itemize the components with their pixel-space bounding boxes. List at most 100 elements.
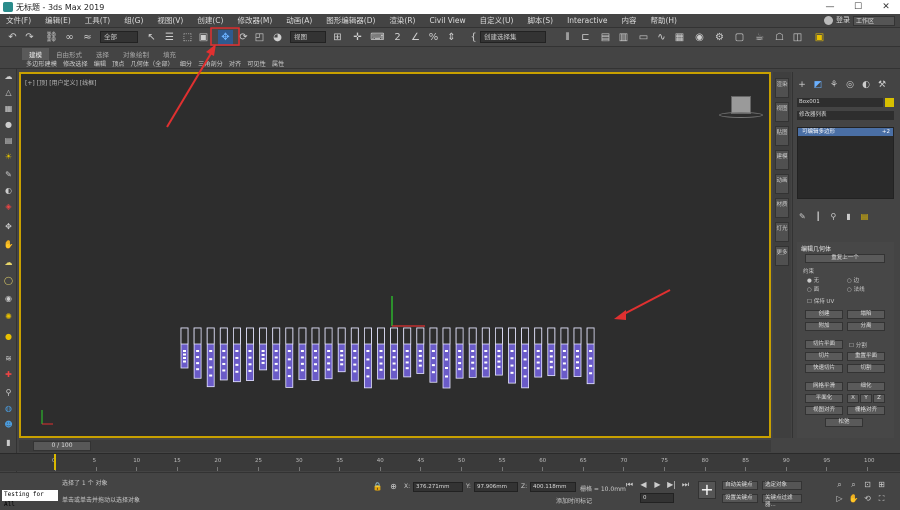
preserve-uv-checkbox[interactable]: ☐ 保持 UV [807,297,834,305]
collapse-button[interactable]: 塌陷 [847,310,885,319]
ribbon-poly-modeling[interactable]: 多边形建模 [26,59,57,68]
unlink-icon[interactable]: ∞ [62,30,77,45]
utilities-icon[interactable]: ⚒ [877,80,887,90]
menu-help[interactable]: 帮助(H) [644,15,685,26]
ribbon-triangulation[interactable]: 三角剖分 [198,59,223,68]
keyboard-shortcut-icon[interactable]: ⌨ [370,30,385,45]
edit-named-selection-icon[interactable]: { [466,30,481,45]
menu-rendering[interactable]: 渲染(R) [383,15,423,26]
maximize-button[interactable]: ☐ [844,0,872,14]
z-coordinate-field[interactable]: 400.118mm [530,482,576,492]
relax-button[interactable]: 松弛 [825,418,863,427]
constraint-normal-radio[interactable]: ○ 法线 [847,285,865,293]
box-icon[interactable]: ▦ [3,103,14,114]
pin-stack-icon[interactable]: ✎ [799,212,806,221]
y-coordinate-field[interactable]: 97.906mm [474,482,518,492]
slice-button[interactable]: 切片 [805,352,843,361]
cloud-icon[interactable]: ☁ [3,71,14,82]
named-selection-dropdown[interactable]: 创建选择集 [480,31,546,43]
add-time-tag[interactable]: 添加时间标记 [556,496,592,505]
sphere-icon[interactable]: ● [3,119,14,130]
attach-button[interactable]: 附加 [805,322,843,331]
window-crossing-icon[interactable]: ▣ [196,30,211,45]
undo-icon[interactable]: ↶ [5,30,20,45]
meshsmooth-button[interactable]: 网格平滑 [805,382,843,391]
menu-create[interactable]: 创建(C) [191,15,231,26]
maximize-viewport-icon[interactable]: ⛶ [876,493,887,504]
x-coordinate-field[interactable]: 376.271mm [413,482,463,492]
ribbon-properties[interactable]: 属性 [272,59,284,68]
cmdtab-view[interactable]: 视图 [775,102,789,122]
show-end-result-icon[interactable]: ┃ [816,212,821,221]
rectangular-selection-icon[interactable]: ⬚ [180,30,195,45]
cloud2-icon[interactable]: ☁ [3,257,14,268]
render-setup-icon[interactable]: ⚙ [712,30,727,45]
material-editor-icon[interactable]: ◉ [692,30,707,45]
move-icon[interactable]: ✥ [3,221,14,232]
bulb-icon[interactable]: ✺ [3,311,14,322]
menu-group[interactable]: 组(G) [118,15,151,26]
key-filters-button[interactable]: 关键点过滤器... [762,494,802,508]
cmdtab-lights[interactable]: 灯光 [775,222,789,242]
select-by-name-icon[interactable]: ☰ [162,30,177,45]
modifier-list-dropdown[interactable]: 修改器列表 [797,111,894,120]
ear-icon[interactable]: ◐ [3,185,14,196]
render-icon[interactable]: ☕ [752,30,767,45]
set-key-button[interactable]: 设置关键点 [722,494,758,503]
coin-icon[interactable]: ● [3,331,14,342]
create-button[interactable]: 创建 [805,310,843,319]
brush-icon[interactable]: ✎ [3,169,14,180]
menu-animation[interactable]: 动画(A) [280,15,320,26]
constraint-none-radio[interactable]: ● 无 [807,276,819,284]
grid-icon[interactable]: ▤ [3,135,14,146]
remove-modifier-icon[interactable]: ▮ [846,212,850,221]
prev-frame-icon[interactable]: ◀ [638,479,649,490]
sun-icon[interactable]: ◯ [3,275,14,286]
object-name-field[interactable]: Box001 [797,98,883,107]
link-icon[interactable]: ⛓ [44,30,59,45]
globe-icon[interactable]: ◍ [3,403,14,414]
modifier-stack[interactable]: 可编辑多边形 +2 [797,127,894,199]
lock-selection-icon[interactable]: 🔒 [372,481,383,492]
select-and-scale-icon[interactable]: ◰ [252,30,267,45]
goto-start-icon[interactable]: ⏮ [624,479,635,490]
planar-x-button[interactable]: X [847,394,859,403]
helper-icon[interactable]: ◈ [3,201,14,212]
workspace-dropdown[interactable]: 工作区 [853,16,895,26]
absolute-mode-icon[interactable]: ⊕ [388,481,399,492]
pin-icon[interactable]: ✚ [3,369,14,380]
ribbon-edit[interactable]: 编辑 [94,59,106,68]
modify-icon[interactable]: ◩ [813,80,823,90]
ribbon-align[interactable]: 对齐 [229,59,241,68]
cut-button[interactable]: 切割 [847,364,885,373]
zoom-extents-icon[interactable]: ⊡ [862,479,873,490]
play-icon[interactable]: ▶ [652,479,663,490]
viewport[interactable]: [+] [顶] [用户定义] [线框] [19,72,771,438]
bike-icon[interactable]: ⚲ [3,387,14,398]
slice-plane-button[interactable]: 切片平面 [805,340,843,349]
menu-content[interactable]: 内容 [615,15,644,26]
percent-snap-icon[interactable]: % [426,30,441,45]
fov-icon[interactable]: ▷ [834,493,845,504]
zoom-icon[interactable]: ⌕ [834,479,845,490]
cmdtab-render[interactable]: 渲染 [775,78,789,98]
scene-geometry[interactable] [21,74,773,440]
create-icon[interactable]: + [797,80,807,90]
rendered-frame-icon[interactable]: ▢ [732,30,747,45]
ribbon-vertices[interactable]: 顶点 [112,59,124,68]
object-color-swatch[interactable] [885,98,894,107]
time-slider-thumb[interactable]: 0 / 100 [33,441,91,451]
menu-modifiers[interactable]: 修改器(M) [231,15,280,26]
close-button[interactable]: ✕ [872,0,900,14]
set-key-big-button[interactable]: + [698,481,716,499]
tessellate-button[interactable]: 细化 [847,382,885,391]
auto-key-button[interactable]: 自动关键点 [722,481,758,490]
mirror-icon[interactable]: ⫴ [560,30,575,45]
eye-icon[interactable]: ◉ [3,293,14,304]
next-frame-icon[interactable]: ▶| [666,479,677,490]
zoom-all-icon[interactable]: ⌕ [848,479,859,490]
schematic-view-icon[interactable]: ▦ [672,30,687,45]
maxscript-listener[interactable]: Testing for All [2,490,58,508]
reset-plane-button[interactable]: 重置平面 [847,352,885,361]
align-icon[interactable]: ⊏ [578,30,593,45]
